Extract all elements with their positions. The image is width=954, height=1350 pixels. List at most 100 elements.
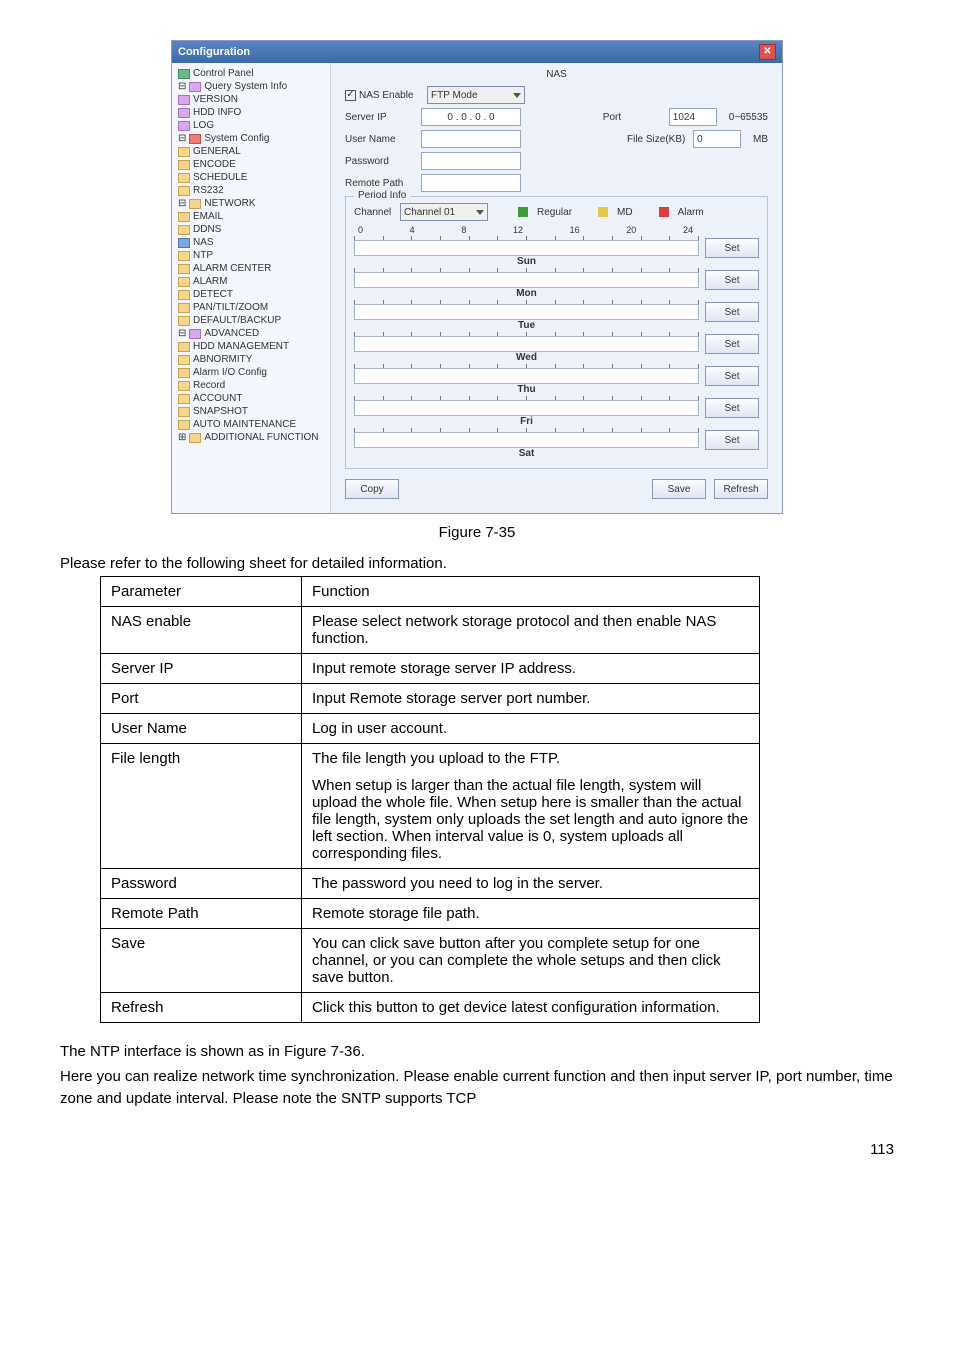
timeline-mon[interactable]: Mon [354,272,699,288]
ftp-mode-select[interactable]: FTP Mode [427,86,525,104]
param-name: Save [101,929,302,993]
tree-record[interactable]: Record [178,379,328,392]
tree-auto-maintenance[interactable]: AUTO MAINTENANCE [178,418,328,431]
table-row: PortInput Remote storage server port num… [101,684,760,714]
tree-system-config[interactable]: ⊟System Config [178,132,328,145]
timeline-sat[interactable]: Sat [354,432,699,448]
day-row-wed: Wed Set [354,334,759,354]
timeline-fri[interactable]: Fri [354,400,699,416]
timeline-tue[interactable]: Tue [354,304,699,320]
param-name: Server IP [101,654,302,684]
paragraph-ntp-1: The NTP interface is shown as in Figure … [60,1041,894,1064]
tree-alarm-io[interactable]: Alarm I/O Config [178,366,328,379]
tree-hdd-management[interactable]: HDD MANAGEMENT [178,340,328,353]
set-button-mon[interactable]: Set [705,270,759,290]
window-titlebar: Configuration ✕ [172,41,782,63]
tree-encode[interactable]: ENCODE [178,158,328,171]
set-button-fri[interactable]: Set [705,398,759,418]
tree-rs232[interactable]: RS232 [178,184,328,197]
window-title: Configuration [178,46,250,58]
time-axis: 0 4 8 12 16 20 24 [356,225,695,235]
remote-path-label: Remote Path [345,178,415,189]
day-row-tue: Tue Set [354,302,759,322]
day-row-mon: Mon Set [354,270,759,290]
tree-additional-function[interactable]: ⊞ADDITIONAL FUNCTION [178,431,328,444]
save-button[interactable]: Save [652,479,706,499]
port-input[interactable]: 1024 [669,108,717,126]
server-ip-input[interactable]: 0 . 0 . 0 . 0 [421,108,521,126]
param-desc: Please select network storage protocol a… [302,607,760,654]
paragraph-ntp-2: Here you can realize network time synchr… [60,1066,894,1111]
table-row: Remote PathRemote storage file path. [101,899,760,929]
param-name: Port [101,684,302,714]
remote-path-input[interactable] [421,174,521,192]
tree-schedule[interactable]: SCHEDULE [178,171,328,184]
tree-abnormity[interactable]: ABNORMITY [178,353,328,366]
table-row: Server IPInput remote storage server IP … [101,654,760,684]
close-icon[interactable]: ✕ [759,44,776,60]
parameter-table: Parameter Function NAS enablePlease sele… [100,576,760,1023]
regular-swatch [518,207,528,217]
tree-query-system-info[interactable]: ⊟Query System Info [178,80,328,93]
tree-ptz[interactable]: PAN/TILT/ZOOM [178,301,328,314]
tree-snapshot[interactable]: SNAPSHOT [178,405,328,418]
alarm-label: Alarm [678,207,704,218]
file-size-label: File Size(KB) [627,134,687,145]
table-row: PasswordThe password you need to log in … [101,869,760,899]
chevron-down-icon [513,93,521,98]
port-label: Port [603,112,663,123]
timeline-sun[interactable]: Sun [354,240,699,256]
set-button-tue[interactable]: Set [705,302,759,322]
user-name-input[interactable] [421,130,521,148]
tree-network[interactable]: ⊟NETWORK [178,197,328,210]
refresh-button[interactable]: Refresh [714,479,768,499]
server-ip-label: Server IP [345,112,415,123]
file-size-input[interactable]: 0 [693,130,741,148]
set-button-sun[interactable]: Set [705,238,759,258]
tree-version[interactable]: VERSION [178,93,328,106]
page-number: 113 [60,1141,894,1158]
user-name-label: User Name [345,134,415,145]
channel-select[interactable]: Channel 01 [400,203,488,221]
set-button-wed[interactable]: Set [705,334,759,354]
password-input[interactable] [421,152,521,170]
tree-nas[interactable]: NAS [178,236,328,249]
tree-email[interactable]: EMAIL [178,210,328,223]
tree-alarm[interactable]: ALARM [178,275,328,288]
timeline-thu[interactable]: Thu [354,368,699,384]
tree-alarm-center[interactable]: ALARM CENTER [178,262,328,275]
timeline-wed[interactable]: Wed [354,336,699,352]
tree-control-panel[interactable]: Control Panel [178,67,328,80]
tree-log[interactable]: LOG [178,119,328,132]
param-name: NAS enable [101,607,302,654]
tree-detect[interactable]: DETECT [178,288,328,301]
tree-account[interactable]: ACCOUNT [178,392,328,405]
param-desc: The password you need to log in the serv… [302,869,760,899]
tree-ntp[interactable]: NTP [178,249,328,262]
gear-icon [189,134,201,144]
tree-hdd-info[interactable]: HDD INFO [178,106,328,119]
md-label: MD [617,207,633,218]
nas-enable-checkbox[interactable]: ✓NAS Enable [345,90,421,101]
file-size-unit: MB [753,134,768,145]
param-desc: Input Remote storage server port number. [302,684,760,714]
param-desc: Remote storage file path. [302,899,760,929]
tree-general[interactable]: GENERAL [178,145,328,158]
period-info-group: Period Info Channel Channel 01 Regular M… [345,196,768,469]
copy-button[interactable]: Copy [345,479,399,499]
tree-default-backup[interactable]: DEFAULT/BACKUP [178,314,328,327]
param-name: File length [101,744,302,869]
period-title: Period Info [354,190,410,201]
alarm-swatch [659,207,669,217]
param-name: Remote Path [101,899,302,929]
table-row: NAS enablePlease select network storage … [101,607,760,654]
tree-ddns[interactable]: DDNS [178,223,328,236]
param-name: User Name [101,714,302,744]
channel-label: Channel [354,207,394,218]
param-desc: Click this button to get device latest c… [302,993,760,1023]
figure-caption: Figure 7-35 [60,524,894,541]
set-button-thu[interactable]: Set [705,366,759,386]
tree-advanced[interactable]: ⊟ADVANCED [178,327,328,340]
table-row: User NameLog in user account. [101,714,760,744]
set-button-sat[interactable]: Set [705,430,759,450]
